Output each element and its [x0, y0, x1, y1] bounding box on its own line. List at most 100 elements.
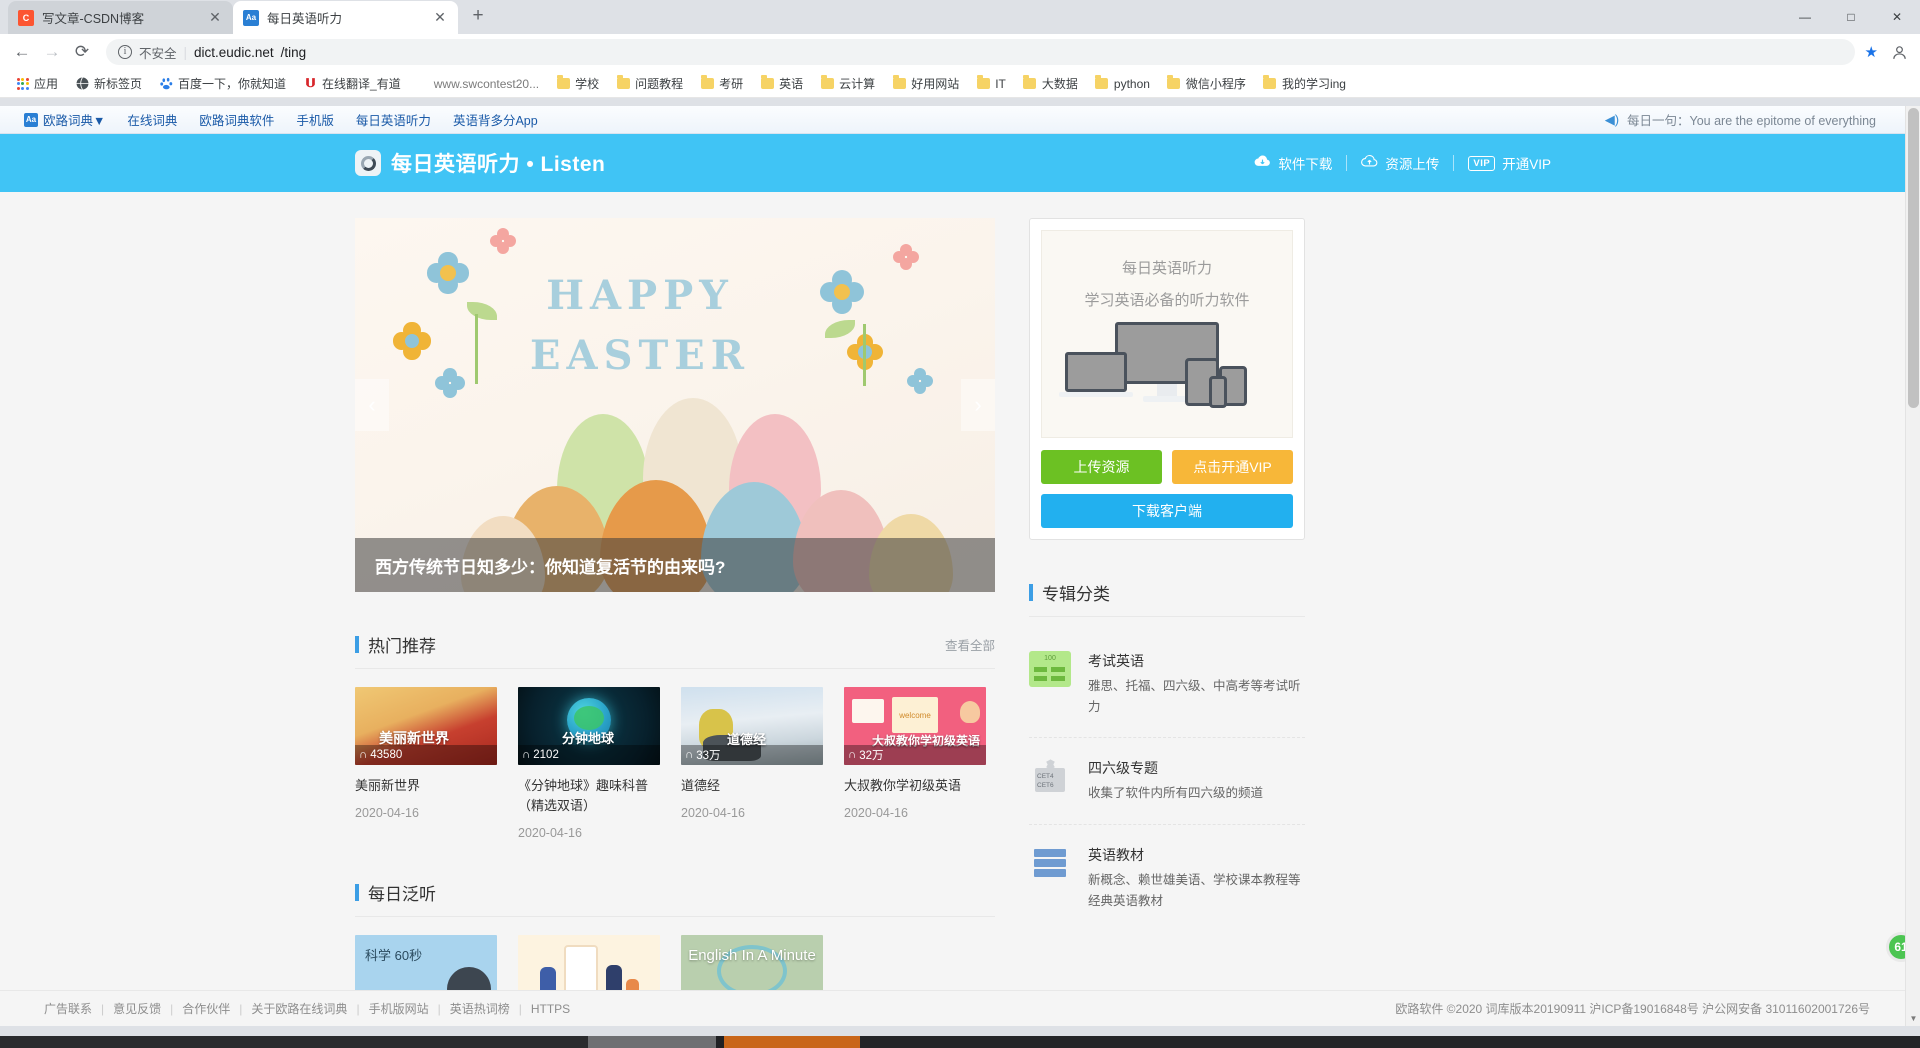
carousel-next-button[interactable]: › [961, 379, 995, 431]
bookmark-folder-kaoyan[interactable]: 考研 [693, 72, 750, 95]
banner-line-2: EASTER [530, 332, 750, 379]
bookmark-youdao[interactable]: 在线翻译_有道 [296, 72, 408, 95]
bookmark-folder-tutorials[interactable]: 问题教程 [609, 72, 690, 95]
bookmark-folder-python[interactable]: python [1088, 74, 1157, 94]
earth-land-graphic [574, 706, 604, 731]
profile-icon[interactable] [1886, 39, 1912, 65]
window-controls: — □ ✕ [1782, 0, 1920, 34]
site-nav-online-dict[interactable]: 在线词典 [127, 110, 177, 129]
bookmark-folder-study[interactable]: 我的学习ing [1256, 72, 1353, 95]
bookmark-label: 百度一下，你就知道 [178, 77, 287, 91]
section-accent-bar [1029, 584, 1033, 601]
scroll-down-icon[interactable]: ▼ [1906, 1011, 1920, 1026]
phone-graphic [1209, 376, 1227, 408]
page-footer: 广告联系 | 意见反馈 | 合作伙伴 | 关于欧路在线词典 | 手机版网站 | 英语热词榜… [0, 990, 1920, 1026]
devices-illustration-icon [1057, 318, 1277, 428]
bookmark-folder-english[interactable]: 英语 [753, 72, 810, 95]
bookmark-folder-it[interactable]: IT [969, 74, 1013, 94]
flower-decor-icon [427, 252, 469, 294]
reload-icon[interactable]: ⟳ [68, 38, 96, 66]
card-thumbnail: welcome 大叔教你学初级英语 ∩ 32万 [844, 687, 986, 765]
site-nav-brand[interactable]: Aa 欧路词典▼ [24, 110, 105, 129]
bookmark-swcontest[interactable]: www.swcontest20... [427, 74, 546, 94]
bookmark-folder-wechat[interactable]: 微信小程序 [1160, 72, 1253, 95]
bookmark-folder-bigdata[interactable]: 大数据 [1016, 72, 1085, 95]
category-item[interactable]: 100 考试英语 雅思、托福、四六级、中高考等考试听力 [1029, 631, 1305, 739]
scrollbar-thumb[interactable] [1908, 108, 1919, 408]
bookmark-star-icon[interactable]: ★ [1865, 43, 1878, 61]
bookmark-apps[interactable]: 应用 [8, 72, 65, 95]
close-tab-icon[interactable]: ✕ [207, 10, 223, 26]
footer-separator: | [356, 1001, 360, 1016]
bookmark-newtab[interactable]: 新标签页 [68, 72, 149, 95]
close-window-button[interactable]: ✕ [1874, 1, 1920, 33]
site-nav-mobile[interactable]: 手机版 [296, 110, 334, 129]
info-icon[interactable]: i [118, 45, 132, 59]
folder-icon [820, 75, 834, 91]
baidu-icon [159, 77, 173, 91]
address-bar[interactable]: i 不安全 | dict.eudic.net/ting [106, 39, 1855, 65]
hero-carousel[interactable]: HAPPY EASTER ‹ › 西方传统节日知多少：你知道复活节的由来吗? [355, 218, 995, 592]
site-nav-listen[interactable]: 每日英语听力 [356, 110, 431, 129]
category-name: 英语教材 [1088, 846, 1144, 863]
back-icon[interactable]: ← [8, 38, 36, 66]
bookmark-folder-usefulsites[interactable]: 好用网站 [885, 72, 966, 95]
footer-link-feedback[interactable]: 意见反馈 [113, 1000, 161, 1017]
category-name: 考试英语 [1088, 653, 1144, 669]
promo-line-1: 每日英语听力 [1121, 260, 1212, 277]
footer-link-partners[interactable]: 合作伙伴 [182, 1000, 230, 1017]
hot-card[interactable]: welcome 大叔教你学初级英语 ∩ 32万 大叔教你学初级英语 2020-0… [844, 687, 986, 840]
bookmark-folder-cloud[interactable]: 云计算 [813, 72, 882, 95]
page-scrollbar[interactable]: ▲ ▼ [1905, 106, 1920, 1026]
main-content: HAPPY EASTER ‹ › 西方传统节日知多少：你知道复活节的由来吗? 热… [355, 192, 1565, 1014]
bookmark-folder-school[interactable]: 学校 [549, 72, 606, 95]
open-vip-button[interactable]: 点击开通VIP [1172, 450, 1293, 484]
speaker-icon[interactable]: ◀) [1605, 112, 1619, 128]
listen-logo-icon [355, 150, 381, 176]
carousel-prev-button[interactable]: ‹ [355, 379, 389, 431]
view-all-link[interactable]: 查看全部 [945, 635, 995, 654]
bookmark-baidu[interactable]: 百度一下，你就知道 [152, 72, 293, 95]
hot-card[interactable]: 分钟地球 ∩ 2102 《分钟地球》趣味科普（精选双语） 2020-04-16 [518, 687, 660, 840]
site-nav-software[interactable]: 欧路词典软件 [199, 110, 274, 129]
header-logo[interactable]: 每日英语听力 • Listen [355, 148, 605, 178]
resource-upload-link[interactable]: 资源上传 [1347, 153, 1453, 173]
flower-decor-icon [435, 368, 465, 398]
download-client-button[interactable]: 下载客户端 [1041, 494, 1293, 528]
card-title: 美丽新世界 [355, 778, 421, 793]
category-item[interactable]: 英语教材 新概念、赖世雄美语、学校课本教程等经典英语教材 [1029, 825, 1305, 931]
section-title: 每日泛听 [368, 885, 436, 905]
bookmark-label: 微信小程序 [1185, 77, 1246, 91]
hot-card[interactable]: 道德经 ∩ 33万 道德经 2020-04-16 [681, 687, 823, 840]
footer-link-ads[interactable]: 广告联系 [44, 1000, 92, 1017]
footer-link-https[interactable]: HTTPS [531, 1002, 570, 1016]
bookmark-label: 在线翻译_有道 [322, 77, 401, 91]
youdao-icon [303, 77, 317, 91]
footer-link-about[interactable]: 关于欧路在线词典 [251, 1000, 347, 1017]
folder-icon [556, 75, 570, 91]
laptop-base-graphic [1059, 392, 1133, 397]
forward-icon[interactable]: → [38, 38, 66, 66]
site-header: 每日英语听力 • Listen 软件下载 资源上传 VIP 开通VIP [0, 134, 1920, 192]
new-tab-button[interactable]: + [464, 3, 492, 31]
site-nav-app[interactable]: 英语背多分App [453, 110, 538, 129]
taskbar-segment [588, 1036, 716, 1048]
category-item[interactable]: CET4 CET6 四六级专题 收集了软件内所有四六级的频道 [1029, 738, 1305, 825]
close-tab-icon[interactable]: ✕ [432, 10, 448, 26]
minimize-button[interactable]: — [1782, 1, 1828, 33]
hot-card[interactable]: 美丽新世界 ∩ 43580 美丽新世界 2020-04-16 [355, 687, 497, 840]
browser-tab-2[interactable]: Aa 每日英语听力 ✕ [233, 1, 458, 34]
card-play-count: ∩ 2102 [518, 745, 660, 765]
maximize-button[interactable]: □ [1828, 1, 1874, 33]
card-date: 2020-04-16 [681, 806, 745, 821]
upload-resource-button[interactable]: 上传资源 [1041, 450, 1162, 484]
open-vip-link[interactable]: VIP 开通VIP [1454, 153, 1565, 173]
footer-link-hotwords[interactable]: 英语热词榜 [450, 1000, 510, 1017]
footer-link-mobile[interactable]: 手机版网站 [369, 1000, 429, 1017]
browser-tab-1[interactable]: C 写文章-CSDN博客 ✕ [8, 1, 233, 34]
software-download-link[interactable]: 软件下载 [1240, 153, 1346, 173]
flower-decor-icon [393, 322, 431, 360]
category-desc: 新概念、赖世雄美语、学校课本教程等经典英语教材 [1088, 872, 1301, 908]
tab-strip: C 写文章-CSDN博客 ✕ Aa 每日英语听力 ✕ + — □ ✕ [0, 0, 1920, 34]
play-count-value: 33万 [696, 750, 721, 762]
